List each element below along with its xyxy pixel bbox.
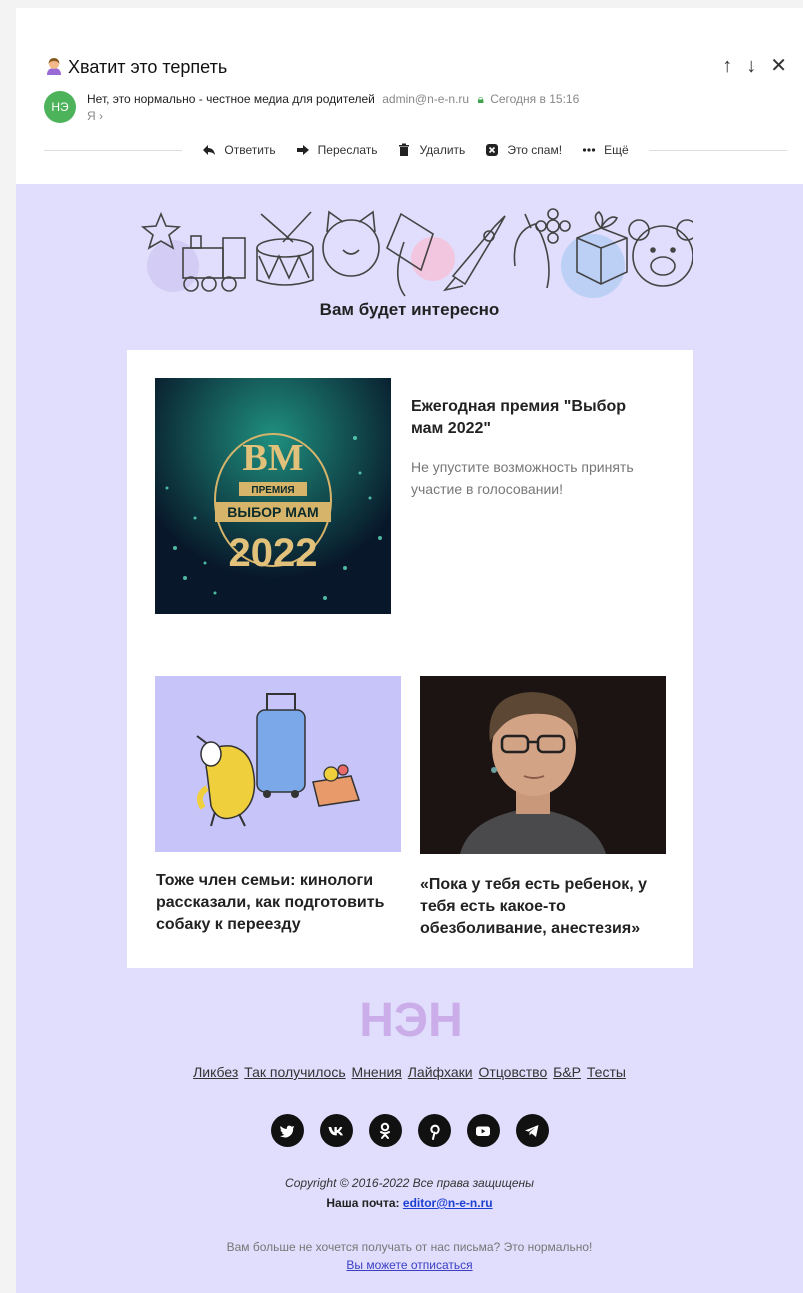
award-mark-text: ВМ: [242, 437, 303, 479]
dog-suitcase-illustration: [196, 693, 360, 827]
social-links: [16, 1114, 803, 1147]
message-navigation: ↑ ↓ ✕: [722, 56, 787, 76]
footer-link-layfhaki[interactable]: Лайфхаки: [408, 1064, 473, 1080]
award-image[interactable]: ВМ ПРЕМИЯ ВЫБОР МАМ 2022: [155, 378, 391, 614]
contact-email-link[interactable]: editor@n-e-n.ru: [403, 1196, 493, 1210]
message-subject: Хватит это терпеть: [44, 56, 227, 78]
more-button[interactable]: Ещё: [582, 143, 629, 157]
footer-nav: Ликбез Так получилось Мнения Лайфхаки От…: [16, 1064, 803, 1080]
footer-link-testy[interactable]: Тесты: [587, 1064, 626, 1080]
telegram-link[interactable]: [515, 1114, 549, 1147]
chevron-right-icon: ›: [99, 109, 104, 123]
award-description: Не упустите возможность принять участие …: [411, 459, 634, 497]
odnoklassniki-link[interactable]: [368, 1114, 402, 1147]
dog-article-image[interactable]: [155, 676, 401, 852]
award-line1-text: ПРЕМИЯ: [251, 485, 294, 496]
contact-label: Наша почта:: [326, 1196, 400, 1210]
pinterest-link[interactable]: [417, 1114, 451, 1147]
subject-text: Хватит это терпеть: [68, 57, 228, 77]
content-card: ВМ ПРЕМИЯ ВЫБОР МАМ 2022 Ежегодная преми…: [127, 350, 693, 968]
footer-link-likbez[interactable]: Ликбез: [193, 1064, 238, 1080]
sender-email[interactable]: admin@n-e-n.ru: [382, 92, 469, 106]
vk-link[interactable]: [319, 1114, 353, 1147]
person-emoji-icon: [47, 58, 61, 75]
forward-label: Переслать: [317, 143, 378, 157]
forward-button[interactable]: Переслать: [296, 143, 378, 157]
woman-portrait-photo: [420, 676, 666, 854]
youtube-icon: [476, 1126, 490, 1136]
trash-icon: [399, 143, 410, 156]
award-badge-graphic: ВМ ПРЕМИЯ ВЫБОР МАМ 2022: [155, 378, 391, 614]
toys-banner-illustration: [140, 208, 693, 298]
award-title[interactable]: Ежегодная премия "Выбор мам 2022": [411, 396, 661, 440]
sender-name[interactable]: Нет, это нормально - честное медиа для р…: [87, 92, 375, 106]
twitter-link[interactable]: [270, 1114, 304, 1147]
message-header: Хватит это терпеть ↑ ↓ ✕ НЭ Нет, это нор…: [16, 8, 803, 184]
copyright-text: Copyright © 2016-2022 Все права защищены: [285, 1176, 534, 1190]
arrow-up-icon[interactable]: ↑: [722, 56, 732, 76]
sender-avatar[interactable]: НЭ: [44, 91, 76, 123]
footer-link-tak-poluchilos[interactable]: Так получилось: [244, 1064, 345, 1080]
arrow-down-icon[interactable]: ↓: [746, 56, 756, 76]
dog-article-title[interactable]: Тоже член семьи: кинологи рассказали, ка…: [156, 870, 406, 936]
reply-icon: [203, 145, 216, 155]
section-title: Вам будет интересно: [319, 300, 500, 319]
reply-label: Ответить: [224, 143, 276, 157]
more-label: Ещё: [604, 143, 629, 157]
message-date: Сегодня в 15:16: [490, 92, 580, 106]
message-toolbar: Ответить Переслать Удалить Это спам! Ещё: [44, 140, 787, 160]
more-dots-icon: [582, 148, 596, 152]
recipient-name: Я: [87, 109, 96, 123]
sender-line: Нет, это нормально - честное медиа для р…: [87, 92, 579, 107]
interview-article-image[interactable]: [420, 676, 666, 854]
interview-article-title[interactable]: «Пока у тебя есть ребенок, у тебя есть к…: [420, 874, 676, 940]
award-year-text: 2022: [229, 531, 318, 575]
forward-icon: [296, 145, 309, 155]
spam-button[interactable]: Это спам!: [485, 143, 562, 157]
telegram-icon: [525, 1124, 539, 1137]
footer-link-ottsovstvo[interactable]: Отцовство: [479, 1064, 548, 1080]
twitter-icon: [280, 1125, 295, 1138]
lock-icon: 🔒︎: [477, 92, 484, 106]
delete-label: Удалить: [419, 143, 466, 157]
recipient-line[interactable]: Я ›: [87, 109, 103, 123]
spam-label: Это спам!: [507, 143, 563, 157]
youtube-link[interactable]: [466, 1114, 500, 1147]
pinterest-icon: [430, 1124, 440, 1140]
odnoklassniki-icon: [380, 1122, 390, 1139]
award-line2-text: ВЫБОР МАМ: [227, 504, 318, 520]
brand-logo[interactable]: НЭН: [361, 994, 461, 1044]
spam-icon: [486, 144, 499, 156]
contact-line: Наша почта: editor@n-e-n.ru: [16, 1196, 803, 1210]
unsubscribe-link[interactable]: Вы можете отписаться: [346, 1258, 472, 1272]
delete-button[interactable]: Удалить: [397, 143, 465, 157]
unsubscribe-text: Вам больше не хочется получать от нас пи…: [226, 1240, 593, 1254]
vk-icon: [328, 1126, 343, 1135]
reply-button[interactable]: Ответить: [202, 143, 276, 157]
unsubscribe-line: Вы можете отписаться: [16, 1258, 803, 1272]
footer-link-br[interactable]: Б&Р: [553, 1064, 581, 1080]
brand-logo-text: НЭН: [361, 994, 461, 1044]
footer-link-mneniya[interactable]: Мнения: [352, 1064, 402, 1080]
mail-viewer: Хватит это терпеть ↑ ↓ ✕ НЭ Нет, это нор…: [0, 0, 803, 1293]
close-icon[interactable]: ✕: [770, 56, 787, 76]
email-body: Вам будет интересно ВМ ПРЕМИЯ ВЫБОР МАМ …: [16, 184, 803, 1293]
